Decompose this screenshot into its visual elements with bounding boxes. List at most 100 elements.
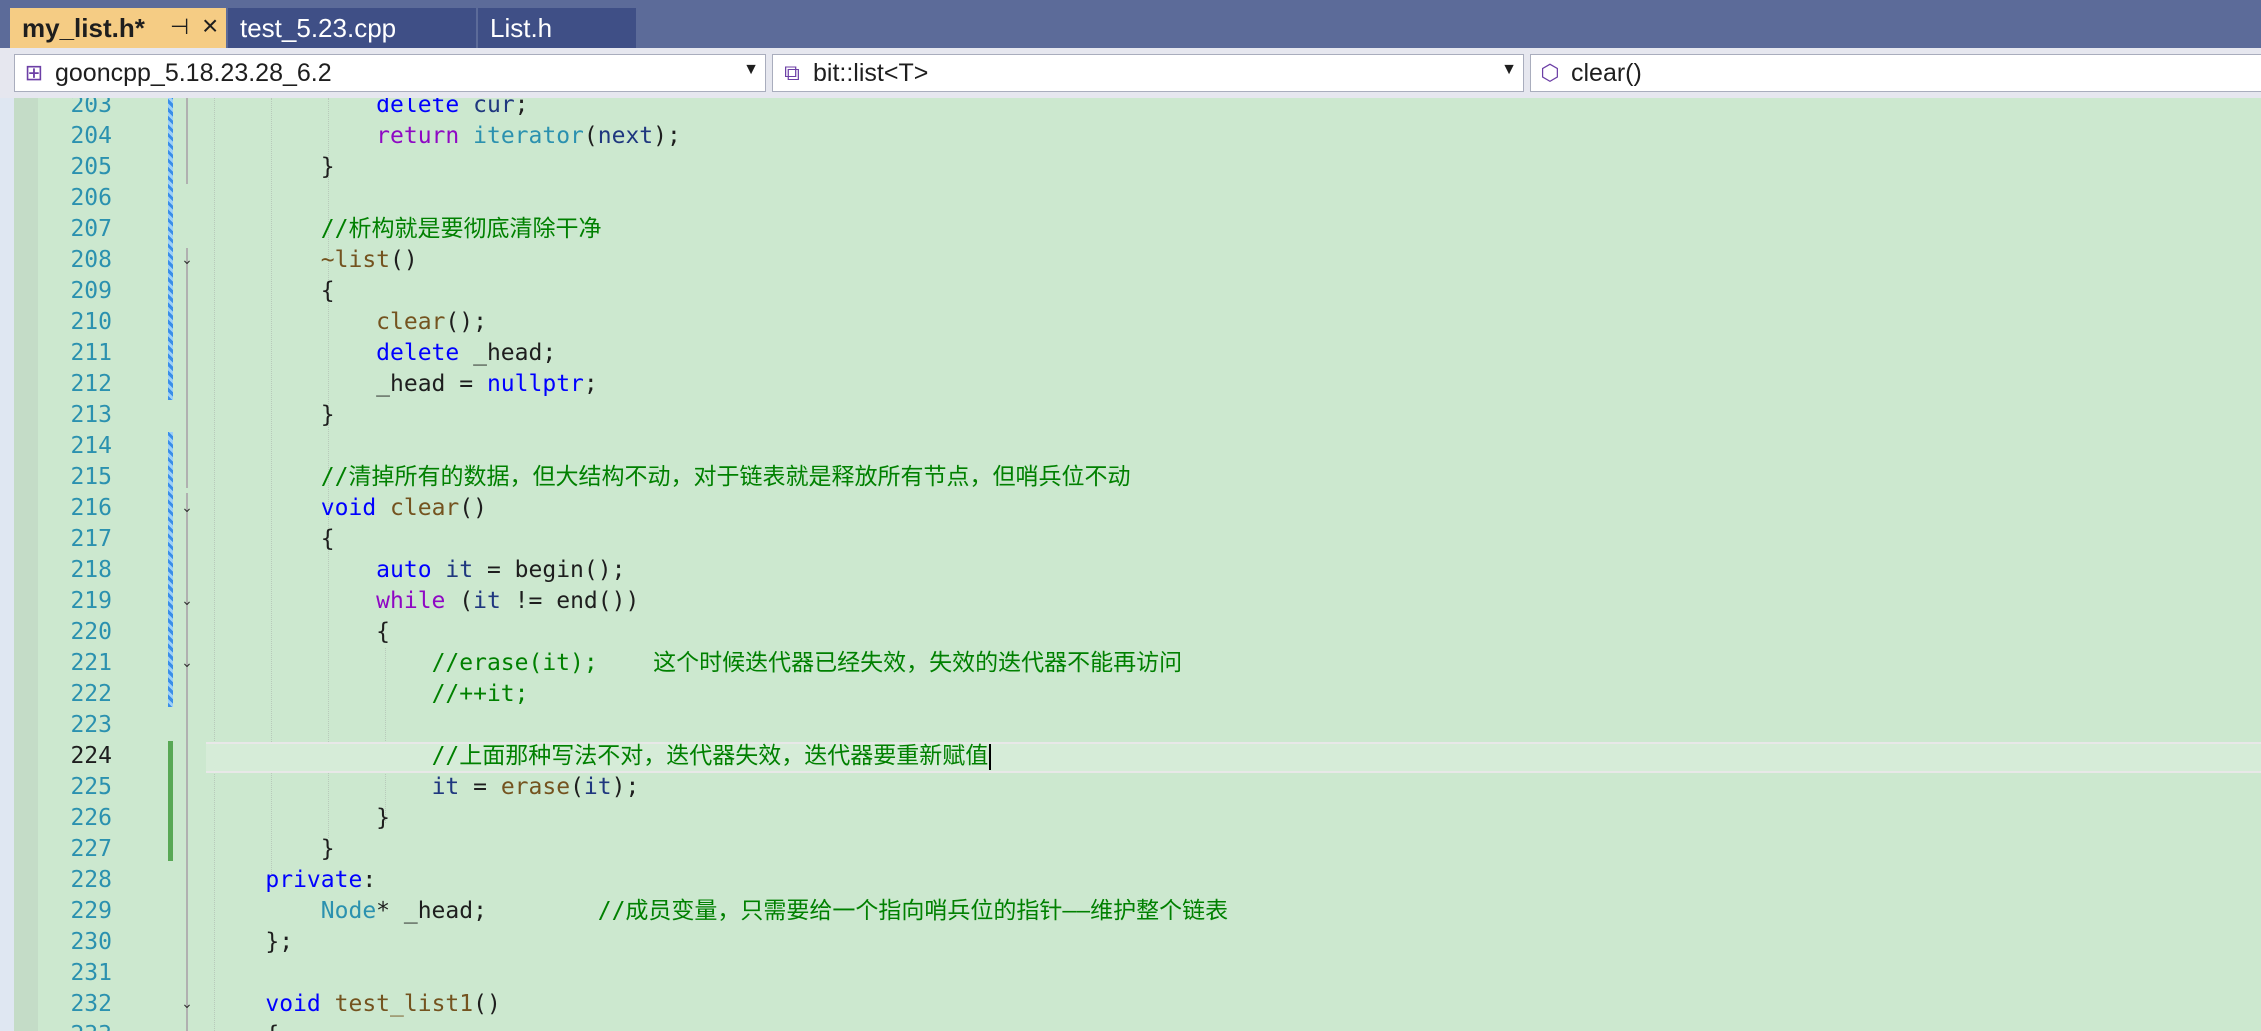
line-number: 206 [70,185,112,211]
document-tab-bar: my_list.h* ⊣ × test_5.23.cpp List.h [0,0,2261,48]
outline-line [186,493,188,1031]
line-number: 226 [70,805,112,831]
line-number: 204 [70,123,112,149]
tab-label: List.h [490,12,553,43]
code-token: it [431,774,460,800]
fold-toggle-icon[interactable]: ⌄ [180,253,194,267]
code-token: void [320,495,377,521]
project-icon: ⊞ [24,60,44,85]
code-line[interactable]: _head = nullptr; [210,369,598,400]
line-number: 233 [40,1020,112,1031]
code-token: delete [376,340,460,366]
scope-dropdown[interactable]: ⧉ bit::list<T> ▼ [772,54,1524,92]
tab-test-5-23-cpp[interactable]: test_5.23.cpp [228,8,476,48]
glyph-margin [14,98,38,1031]
line-number: 231 [70,960,112,986]
line-number: 229 [70,898,112,924]
code-editor[interactable]: delete cur; return iterator(next); } //析… [0,98,2261,1031]
code-line[interactable]: //清掉所有的数据，但大结构不动，对于链表就是释放所有节点，但哨兵位不动 [210,462,1131,493]
code-token: //上面那种写法不对，迭代器失效，迭代器要重新赋值 [431,743,989,769]
project-dropdown[interactable]: ⊞ gooncpp_5.18.23.28_6.2 ▼ [14,54,766,92]
navigation-bar: ⊞ gooncpp_5.18.23.28_6.2 ▼ ⧉ bit::list<T… [0,48,2261,98]
code-line[interactable]: }; [210,927,293,958]
code-line[interactable]: { [210,524,335,555]
line-number: 210 [70,309,112,335]
code-token: () [459,495,487,521]
code-line[interactable]: void test_list1() [210,989,500,1020]
code-token: //++it; [431,681,529,707]
code-line[interactable]: //析构就是要彻底清除干净 [210,214,602,245]
fold-toggle-icon[interactable]: ⌄ [180,594,194,608]
scope-label: bit::list<T> [813,58,929,87]
close-icon[interactable]: × [202,10,218,42]
code-token: while [376,588,446,614]
code-line[interactable]: //上面那种写法不对，迭代器失效，迭代器要重新赋值 [210,741,992,772]
code-token: it [583,774,612,800]
saved-change-marker [168,432,173,707]
outline-line [186,248,188,488]
code-line[interactable]: delete _head; [210,338,556,369]
fold-toggle-icon[interactable]: ⌄ [180,997,194,1011]
code-line[interactable]: //++it; [210,679,529,710]
code-line[interactable]: } [210,803,390,834]
line-number: 216 [70,495,112,521]
member-label: clear() [1571,58,1642,87]
code-line[interactable]: private: [210,865,376,896]
code-token: delete [376,98,460,118]
line-number: 214 [70,433,112,459]
code-line[interactable]: { [210,1020,279,1031]
line-number: 203 [70,98,112,118]
code-line[interactable]: delete cur; [210,98,528,121]
editor-margin [0,98,14,1031]
code-token: iterator [473,123,584,149]
fold-toggle-icon[interactable]: ⌄ [180,656,194,670]
chevron-down-icon[interactable]: ▼ [1501,61,1517,79]
fold-toggle-icon[interactable]: ⌄ [180,501,194,515]
code-line[interactable]: } [210,400,335,431]
tab-list-h[interactable]: List.h [478,8,636,48]
code-token: () [390,247,418,273]
code-line[interactable]: while (it != end()) [210,586,639,617]
code-line[interactable]: auto it = begin(); [210,555,625,586]
tab-label: my_list.h* [22,12,145,43]
method-icon: ⬡ [1540,60,1560,85]
unsaved-change-marker [168,741,173,861]
line-number: 213 [70,402,112,428]
line-number: 217 [70,526,112,552]
pin-icon[interactable]: ⊣ [170,14,189,40]
outline-line [186,98,188,184]
member-dropdown[interactable]: ⬡ clear() [1530,54,2261,92]
line-number: 207 [70,216,112,242]
tab-my-list-h[interactable]: my_list.h* ⊣ × [10,8,226,48]
code-token: ); [653,123,681,149]
code-line[interactable]: return iterator(next); [210,121,681,152]
line-number: 211 [70,340,112,366]
code-token: (); [445,309,487,335]
code-line[interactable]: void clear() [210,493,487,524]
code-line[interactable]: } [210,152,335,183]
code-line[interactable]: { [210,276,335,307]
code-line[interactable]: clear(); [210,307,487,338]
code-line[interactable]: it = erase(it); [210,772,640,803]
code-line[interactable]: } [210,834,335,865]
code-token: * _head; [376,898,598,924]
code-line[interactable]: Node* _head; //成员变量，只需要给一个指向哨兵位的指针——维护整个… [210,896,1228,927]
chevron-down-icon[interactable]: ▼ [743,61,759,79]
code-line[interactable]: //erase(it); 这个时候迭代器已经失效，失效的迭代器不能再访问 [210,648,1183,679]
code-token: ; [583,371,598,397]
code-line[interactable]: ~list() [210,245,418,276]
code-token: auto [376,557,432,583]
code-line[interactable]: { [210,617,390,648]
